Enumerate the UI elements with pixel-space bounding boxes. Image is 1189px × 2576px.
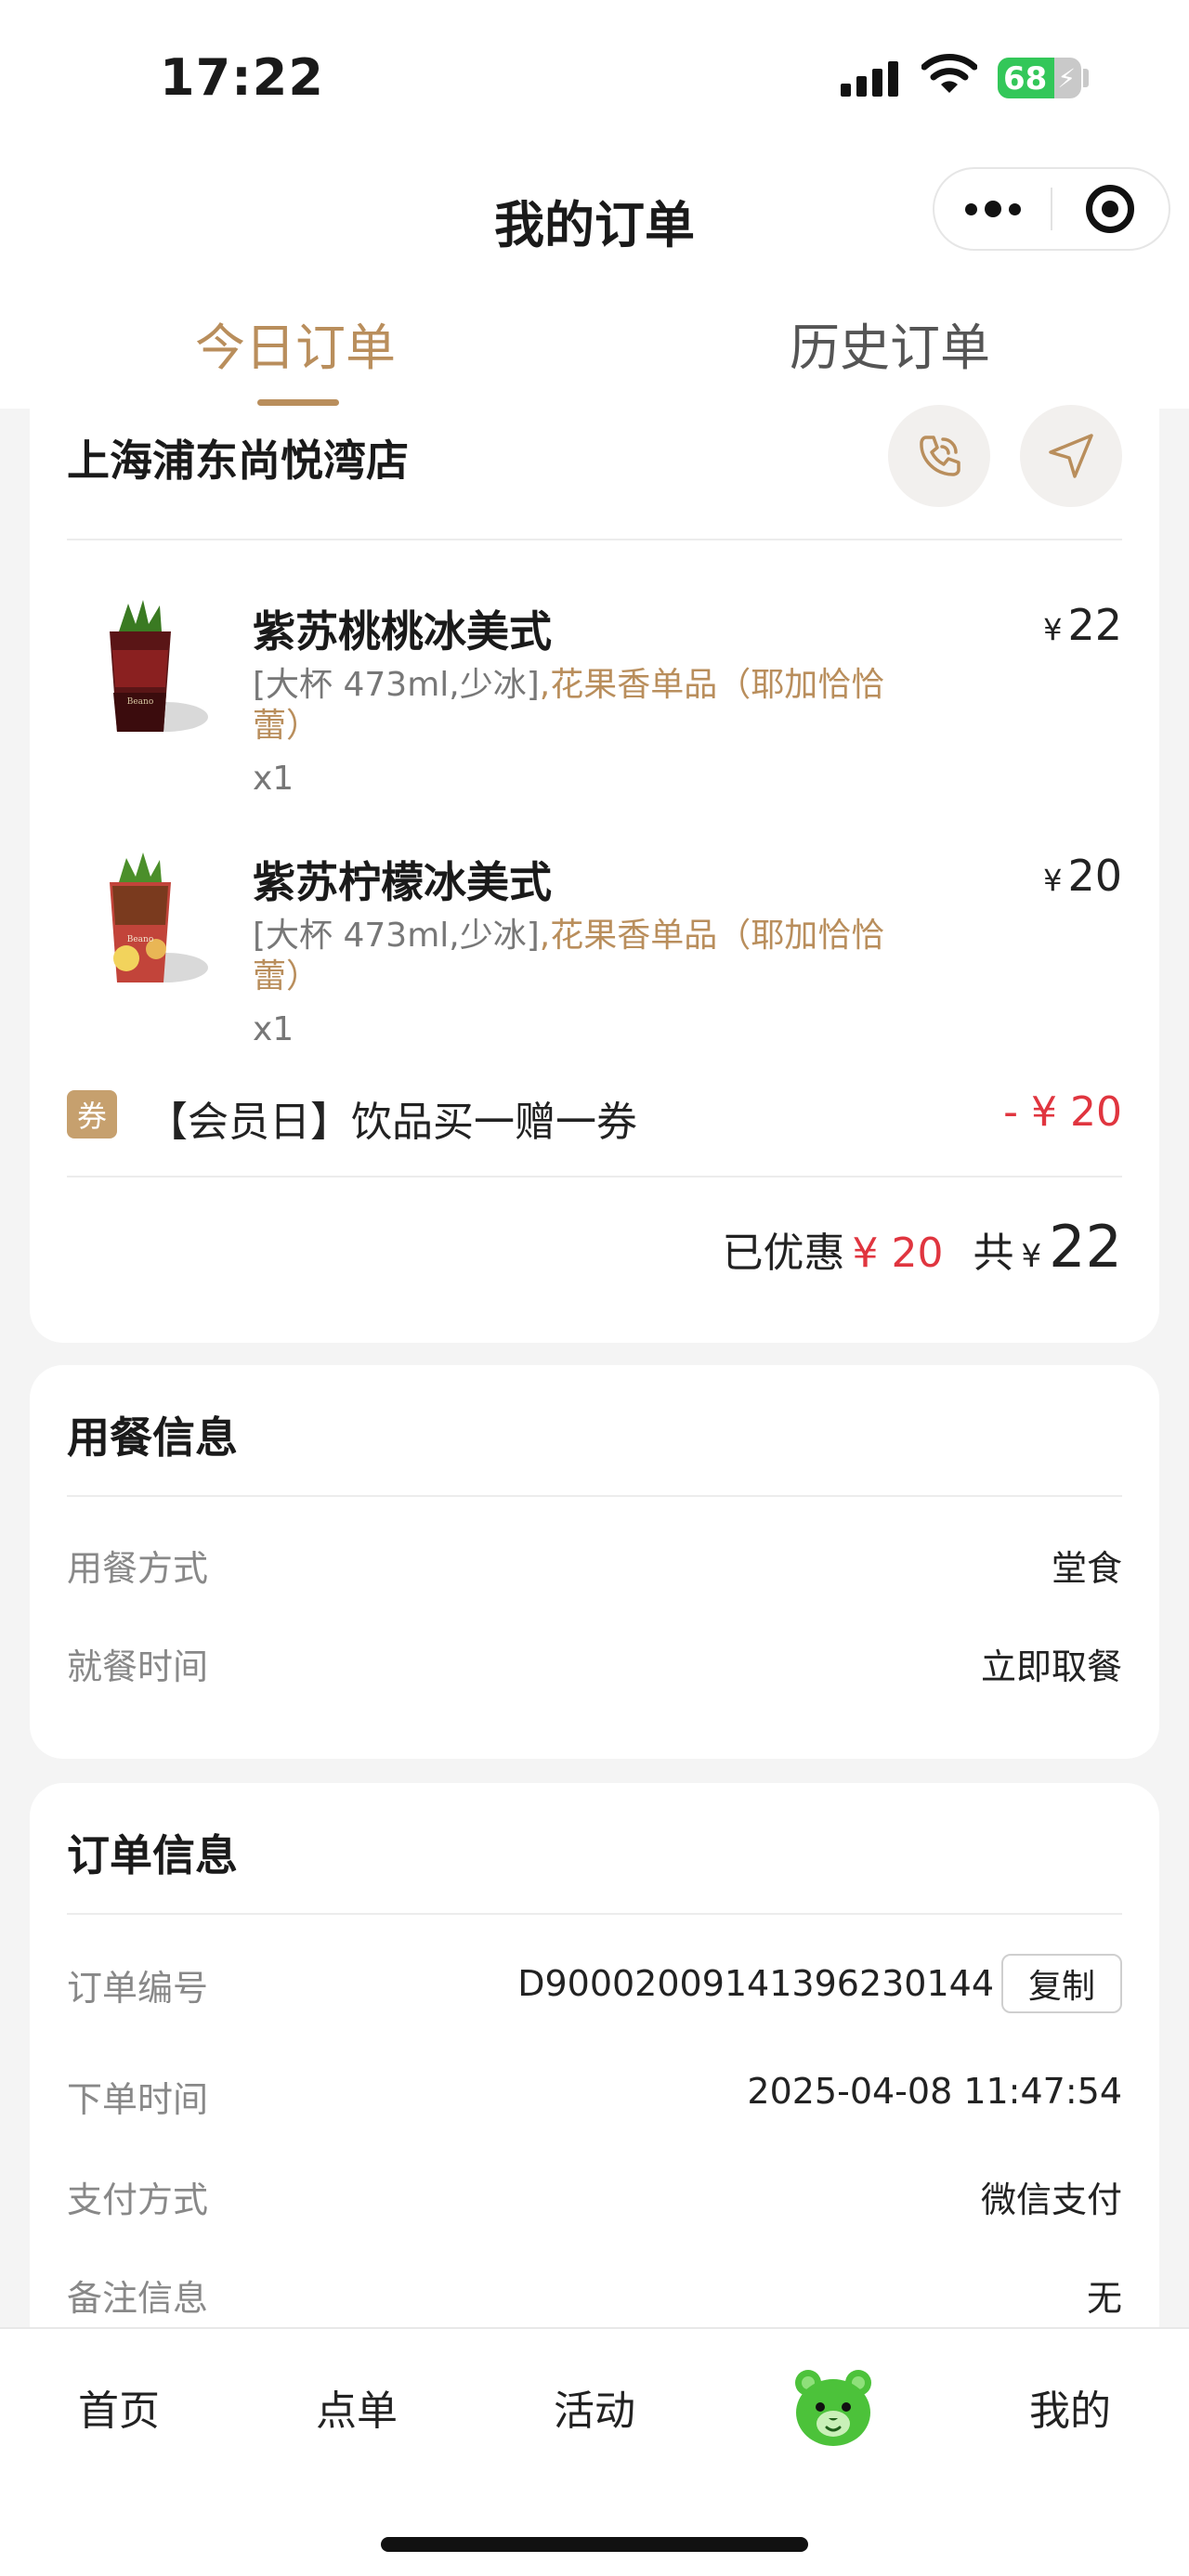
tab-history-orders[interactable]: 历史订单: [704, 306, 1076, 380]
navigation-arrow-icon: [1049, 434, 1093, 478]
active-tab-indicator: [257, 399, 339, 406]
discount-label: 已优惠: [722, 1229, 845, 1277]
info-label: 订单编号: [67, 1968, 209, 2009]
tabbar-activity[interactable]: 活动: [502, 2377, 687, 2437]
item-quantity: x1: [253, 1010, 294, 1048]
coupon-name: 【会员日】饮品买一赠一券: [147, 1099, 637, 1146]
item-name: 紫苏柠檬冰美式: [253, 857, 552, 907]
tabbar-home[interactable]: 首页: [26, 2377, 212, 2437]
target-icon: [1086, 185, 1135, 233]
currency-symbol: ¥: [1021, 1238, 1042, 1275]
status-time: 17:22: [160, 48, 324, 107]
total-label: 共: [973, 1229, 1014, 1277]
call-store-button[interactable]: [888, 405, 990, 507]
charging-icon: ⚡: [1057, 63, 1076, 94]
coupon-icon: 券: [67, 1090, 117, 1138]
info-value: 2025-04-08 11:47:54: [747, 2071, 1122, 2112]
item-spec: [大杯 473ml,少冰],花果香单品（耶加恰恰蕾）: [253, 917, 885, 995]
signal-icon: [841, 59, 898, 97]
divider: [67, 539, 1122, 540]
battery-text: 68: [1003, 60, 1048, 98]
more-icon[interactable]: [934, 201, 1051, 217]
info-label: 下单时间: [67, 2079, 209, 2120]
info-value: 堂食: [1051, 1548, 1122, 1589]
section-title: 用餐信息: [67, 1412, 238, 1463]
tabbar-mine[interactable]: 我的: [977, 2377, 1163, 2437]
info-label: 备注信息: [67, 2278, 209, 2319]
divider: [67, 1176, 1122, 1177]
item-price: ¥20: [1043, 851, 1122, 901]
svg-text:Beano: Beano: [127, 935, 154, 944]
copy-button[interactable]: 复制: [1001, 1954, 1122, 2013]
coupon-amount: - ¥ 20: [1003, 1088, 1122, 1136]
wifi-icon: [921, 52, 978, 98]
navigate-button[interactable]: [1020, 405, 1122, 507]
info-value: 立即取餐: [980, 1646, 1122, 1687]
total-amount: 22: [1049, 1213, 1122, 1281]
item-spec: [大杯 473ml,少冰],花果香单品（耶加恰恰蕾）: [253, 666, 885, 745]
info-label: 用餐方式: [67, 1548, 209, 1589]
info-value: 无: [1086, 2278, 1122, 2319]
section-title: 订单信息: [67, 1830, 238, 1880]
close-miniprogram-button[interactable]: [1052, 185, 1169, 233]
item-price: ¥22: [1043, 600, 1122, 650]
tab-today-orders[interactable]: 今日订单: [110, 306, 481, 380]
store-name: 上海浦东尚悦湾店: [67, 436, 409, 486]
home-indicator: [381, 2537, 808, 2552]
discount-amount: ¥ 20: [852, 1229, 944, 1277]
battery-icon: 68 ⚡: [998, 58, 1081, 98]
info-label: 就餐时间: [67, 1646, 209, 1687]
item-name: 紫苏桃桃冰美式: [253, 606, 552, 657]
phone-icon: [920, 436, 960, 476]
divider: [67, 1913, 1122, 1915]
tabbar-order[interactable]: 点单: [264, 2377, 450, 2437]
svg-text:Beano: Beano: [127, 697, 154, 707]
battery-cap: [1083, 69, 1089, 87]
info-label: 支付方式: [67, 2179, 209, 2220]
miniprogram-capsule: [933, 167, 1170, 251]
drink-thumbnail: Beano: [82, 594, 221, 761]
order-number: D90002009141396230144: [517, 1963, 994, 2004]
bear-icon[interactable]: [790, 2366, 877, 2453]
item-quantity: x1: [253, 760, 294, 798]
order-summary: 已优惠 ¥ 20 共 ¥ 22: [722, 1213, 1122, 1281]
divider: [67, 1495, 1122, 1497]
info-value: 微信支付: [980, 2179, 1122, 2220]
drink-thumbnail: Beano: [82, 845, 221, 1012]
